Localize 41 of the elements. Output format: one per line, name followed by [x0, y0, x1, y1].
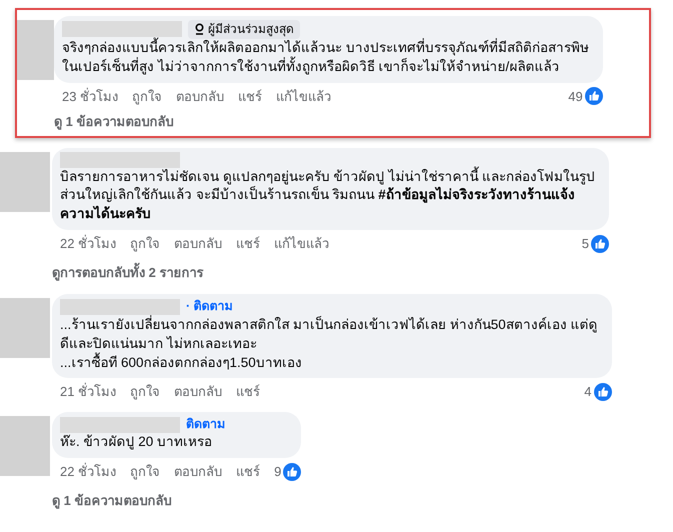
follow-link[interactable]: · ติดตาม [186, 298, 233, 316]
view-replies-link[interactable]: ดูการตอบกลับทั้ง 2 รายการ [0, 254, 673, 284]
blurred-avatar [0, 152, 50, 212]
like-link[interactable]: ถูกใจ [130, 462, 160, 482]
timestamp-link[interactable]: 23 ชั่วโมง [62, 86, 118, 106]
reply-link[interactable]: ตอบกลับ [174, 462, 222, 482]
reaction-count[interactable]: 49 [568, 86, 583, 106]
reaction-count[interactable]: 5 [582, 234, 590, 254]
share-link[interactable]: แชร์ [236, 462, 260, 482]
like-icon [584, 87, 603, 106]
like-link[interactable]: ถูกใจ [132, 86, 162, 106]
comment-text: บิลรายการอาหารไม่ชัดเจน ดูแปลกๆอยู่นะครับ ข้าวผัดปู ไม่น่าใช่ราคานี้ และกล่องโฟมในรูป ส่วนใหญ่เลิกใช้กันแล้ว จะมีบ้างเป็นร้านรถเข็น ริมถนน #ถ้าข้อมูลไม่จริงระวังทางร้านแจ้ง ความได้นะครับ [60, 168, 596, 224]
edited-label: แก้ไขแล้ว [276, 88, 332, 106]
reply-link[interactable]: ตอบกลับ [176, 86, 224, 106]
comment-text: จริงๆกล่องแบบนี้ควรเลิกให้ผลิตออกมาได้แล้วนะ บางประเทศที่บรรจุภัณฑ์ที่มีสถิติก่อสารพิษ ในเปอร์เซ็นที่สูง ไม่ว่าจากการใช้งานที่ทั้งถูกหรือผิดวิธี เขาก็จะไม่ให้จำหน่าย/ผลิตแล้ว [62, 38, 589, 76]
like-link[interactable]: ถูกใจ [130, 382, 160, 402]
like-icon [594, 383, 612, 402]
blurred-avatar [0, 416, 50, 476]
timestamp-link[interactable]: 22 ชั่วโมง [60, 462, 116, 482]
timestamp-link[interactable]: 21 ชั่วโมง [60, 382, 116, 402]
reaction-count[interactable]: 4 [584, 382, 592, 402]
blurred-avatar [0, 298, 50, 358]
badge-icon [194, 23, 205, 36]
like-icon [283, 463, 302, 482]
share-link[interactable]: แชร์ [236, 234, 260, 254]
timestamp-link[interactable]: 22 ชั่วโมง [60, 234, 116, 254]
like-icon [591, 235, 610, 253]
view-replies-link[interactable]: ดู 1 ข้อความตอบกลับ [17, 106, 649, 132]
share-link[interactable]: แชร์ [238, 86, 262, 106]
reaction-count[interactable]: 9 [274, 462, 282, 482]
edited-label: แก้ไขแล้ว [274, 235, 330, 254]
view-replies-link[interactable]: ดู 1 ข้อความตอบกลับ [0, 482, 673, 512]
follow-link[interactable]: ติดตาม [186, 416, 225, 434]
reply-link[interactable]: ตอบกลับ [174, 382, 222, 402]
share-link[interactable]: แชร์ [236, 382, 260, 402]
reply-link[interactable]: ตอบกลับ [174, 234, 222, 254]
like-link[interactable]: ถูกใจ [130, 234, 160, 254]
top-contributor-badge: ผู้มีส่วนร่วมสูงสุด [188, 20, 300, 39]
comment-text: ...ร้านเรายังเปลี่ยนจากกล่องพลาสติกใส มาเป็นกล่องเข้าเวฟได้เลย ห่างกัน50สตางค์เอง แต่ดู ดีและปิดแน่นมาก ไม่หกเลอะเทอะ ...เราซื้อที 600กล่องตกกล่องๆ1.50บาทเอง [60, 316, 598, 372]
blurred-avatar [17, 20, 54, 80]
comment-text: ห๊ะ. ข้าวผัดปู 20 บาทเหรอ [60, 433, 214, 452]
